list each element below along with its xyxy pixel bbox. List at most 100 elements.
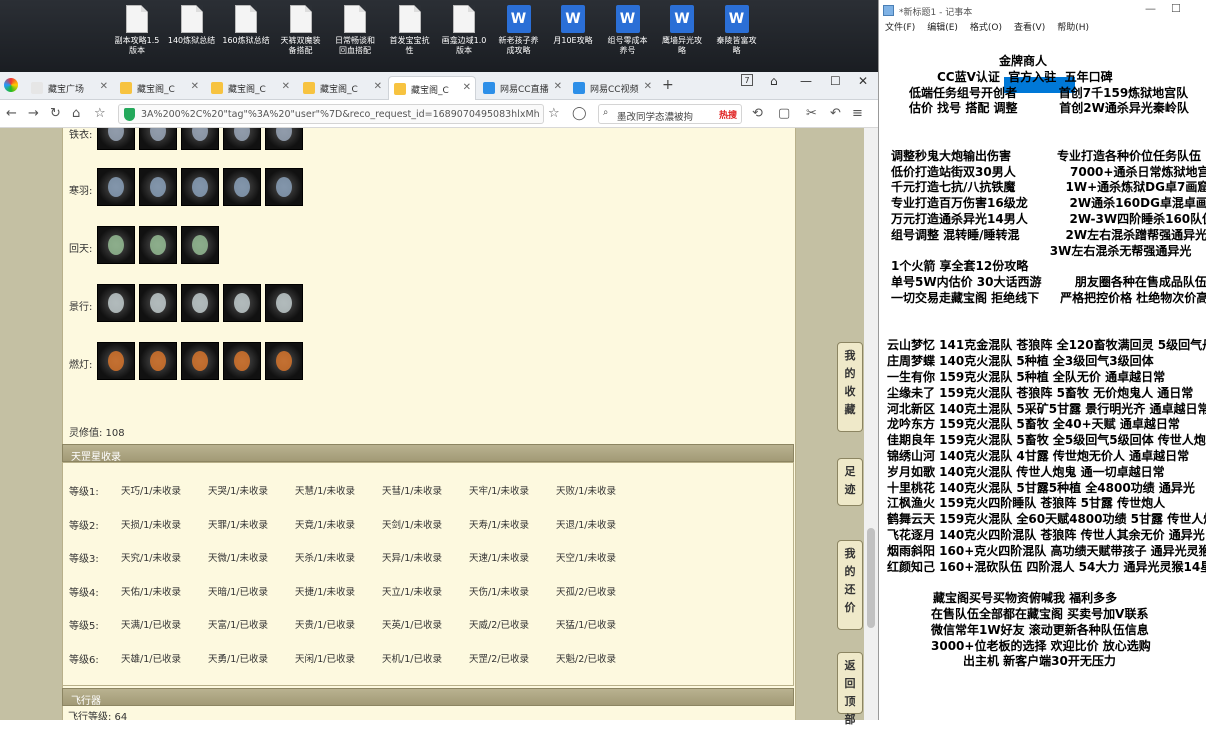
notepad-menu-item[interactable]: 格式(O) bbox=[970, 20, 1002, 36]
favorite-star-icon[interactable]: ☆ bbox=[548, 106, 560, 121]
gem-icon[interactable] bbox=[181, 128, 219, 150]
desktop-icon[interactable]: 天裤双魔装 备搭配 bbox=[276, 5, 326, 56]
star-cell: 天彗/1/未收录 bbox=[382, 486, 442, 497]
page-scrollbar[interactable] bbox=[864, 128, 878, 720]
text-line: 低价打造站街双30男人 7000+通杀日常炼狱地宫 bbox=[891, 164, 1206, 179]
tab-close-icon[interactable]: ✕ bbox=[282, 81, 290, 92]
text-line: 低端任务组号开创者 首创7千159炼狱地宫队 bbox=[909, 85, 1189, 100]
account-icon[interactable]: ◯ bbox=[572, 106, 587, 121]
gem-icon[interactable] bbox=[265, 342, 303, 380]
back-icon[interactable]: ← bbox=[6, 106, 17, 121]
side-button[interactable]: 我的还价 bbox=[837, 540, 863, 630]
gem-icon[interactable] bbox=[97, 168, 135, 206]
notepad-maximize-button[interactable]: ☐ bbox=[1171, 2, 1181, 15]
desktop-icon[interactable]: W 秦陵皆富攻略 bbox=[712, 5, 762, 56]
tab-close-icon[interactable]: ✕ bbox=[463, 82, 471, 93]
side-button[interactable]: 返回顶部 bbox=[837, 652, 863, 726]
new-tab-button[interactable]: + bbox=[662, 77, 674, 93]
pin-icon[interactable]: ⌂ bbox=[770, 74, 778, 88]
text-line: 河北新区 140克土混队 5采矿5甘露 景行明光齐 通卓越日常 bbox=[887, 401, 1206, 416]
home-icon[interactable]: ⌂ bbox=[72, 106, 80, 121]
gem-icon[interactable] bbox=[223, 168, 261, 206]
close-window-button[interactable]: ✕ bbox=[858, 74, 868, 88]
tab[interactable]: 藏宝阁_C ✕ bbox=[206, 76, 294, 100]
undo-icon[interactable]: ↶ bbox=[830, 106, 841, 121]
star-cell: 天损/1/未收录 bbox=[121, 519, 181, 531]
desktop-icon[interactable]: 首发宝宝抗性 bbox=[385, 5, 435, 56]
tab-close-icon[interactable]: ✕ bbox=[554, 81, 562, 92]
gem-icon[interactable] bbox=[97, 226, 135, 264]
tab[interactable]: 网易CC直播 ✕ bbox=[478, 76, 566, 100]
gem-icon[interactable] bbox=[97, 284, 135, 322]
desktop-icon[interactable]: 日常畅谈和 回血搭配 bbox=[330, 5, 380, 56]
forward-icon[interactable]: → bbox=[28, 106, 39, 121]
tab-count-badge[interactable]: 7 bbox=[741, 74, 753, 86]
desktop-icon-label: 天裤双魔装 bbox=[280, 36, 321, 45]
text-line: 专业打造百万伤害16级龙 2W通杀160DG卓混卓画 bbox=[891, 196, 1206, 211]
desktop-icon-label: 成攻略 bbox=[506, 46, 531, 55]
tab-close-icon[interactable]: ✕ bbox=[374, 81, 382, 92]
bookmark-star-icon[interactable]: ☆ bbox=[94, 106, 106, 121]
notepad-menu-item[interactable]: 文件(F) bbox=[885, 20, 915, 36]
extension-icon[interactable]: ⟲ bbox=[752, 106, 763, 121]
tab[interactable]: 藏宝阁_C ✕ bbox=[298, 76, 386, 100]
gem-icon[interactable] bbox=[139, 342, 177, 380]
desktop-icon[interactable]: 画龛边域1.0 版本 bbox=[439, 5, 489, 56]
desktop-icon[interactable]: W 组号零成本 养号 bbox=[603, 5, 653, 56]
tab-close-icon[interactable]: ✕ bbox=[191, 81, 199, 92]
tab[interactable]: 藏宝广场 ✕ bbox=[26, 76, 112, 100]
desktop-icon[interactable]: W 新老孩子养 成攻略 bbox=[494, 5, 544, 56]
search-input[interactable]: ⌕ 墨改同学态濃被拘 热搜 bbox=[598, 104, 742, 124]
gem-row-label: 铁衣: bbox=[69, 130, 93, 141]
desktop-icon[interactable]: 160炼狱总结 bbox=[221, 5, 271, 46]
desktop-icon[interactable]: W 月10E攻略 bbox=[548, 5, 598, 46]
tab-close-icon[interactable]: ✕ bbox=[644, 81, 652, 92]
notepad-menu-item[interactable]: 帮助(H) bbox=[1057, 20, 1089, 36]
feixing-header: 飞行器 bbox=[62, 688, 794, 707]
maximize-button[interactable]: ☐ bbox=[830, 74, 841, 88]
gem-icon[interactable] bbox=[265, 284, 303, 322]
gem-icon[interactable] bbox=[97, 342, 135, 380]
gem-icon[interactable] bbox=[181, 342, 219, 380]
side-button[interactable]: 足迹 bbox=[837, 458, 863, 506]
notepad-minimize-button[interactable]: — bbox=[1145, 2, 1156, 15]
gem-icon[interactable] bbox=[181, 168, 219, 206]
gem-icon[interactable] bbox=[181, 226, 219, 264]
text-line: 鹤舞云天 159克火混队 全60天赋4800功绩 5甘露 传世人炮 bbox=[887, 512, 1206, 527]
gem-icon[interactable] bbox=[139, 226, 177, 264]
level-label: 等级1: bbox=[69, 487, 99, 498]
menu-icon[interactable]: ≡ bbox=[852, 106, 863, 121]
tab[interactable]: 网易CC视频 ✕ bbox=[568, 76, 656, 100]
gem-icon[interactable] bbox=[139, 128, 177, 150]
browser-logo-icon[interactable] bbox=[4, 78, 18, 92]
gem-icon[interactable] bbox=[223, 284, 261, 322]
notepad-menu-item[interactable]: 编辑(E) bbox=[927, 20, 958, 36]
url-input[interactable]: 3A%200%2C%20"tag"%3A%20"user"%7D&reco_re… bbox=[118, 104, 544, 124]
gem-icon[interactable] bbox=[223, 128, 261, 150]
scrollbar-thumb[interactable] bbox=[867, 528, 875, 628]
gem-icon[interactable] bbox=[97, 128, 135, 150]
gem-icon[interactable] bbox=[139, 168, 177, 206]
gem-row-label: 景行: bbox=[69, 302, 93, 313]
scissors-icon[interactable]: ✂ bbox=[806, 106, 817, 121]
gem-icon[interactable] bbox=[223, 342, 261, 380]
tab[interactable]: 藏宝阁_C ✕ bbox=[388, 76, 476, 100]
desktop-icon[interactable]: 副本攻略1.5 版本 bbox=[112, 5, 162, 56]
gem-icon[interactable] bbox=[139, 284, 177, 322]
gem-icon[interactable] bbox=[181, 284, 219, 322]
address-bar: ← → ↻ ⌂ ☆ 3A%200%2C%20"tag"%3A%20"user"%… bbox=[0, 100, 878, 128]
text-line: 江枫渔火 159克火四阶睡队 苍狼阵 5甘露 传世炮人 bbox=[887, 496, 1166, 511]
tab[interactable]: 藏宝阁_C ✕ bbox=[115, 76, 203, 100]
text-line: 组号调整 混转睡/睡转混 2W左右混杀蹭帮强通异光 bbox=[891, 227, 1206, 242]
desktop-icon[interactable]: 140炼狱总结 bbox=[167, 5, 217, 46]
tab-close-icon[interactable]: ✕ bbox=[100, 81, 108, 92]
notepad-menu-item[interactable]: 查看(V) bbox=[1014, 20, 1045, 36]
minimize-button[interactable]: — bbox=[800, 74, 812, 88]
star-cell: 天竟/1/未收录 bbox=[295, 519, 355, 531]
desktop-icon[interactable]: W 鹰墙异光攻略 bbox=[657, 5, 707, 56]
refresh-icon[interactable]: ↻ bbox=[50, 106, 61, 121]
gem-icon[interactable] bbox=[265, 168, 303, 206]
screenshot-icon[interactable]: ▢ bbox=[778, 106, 790, 121]
gem-icon[interactable] bbox=[265, 128, 303, 150]
side-button[interactable]: 我的收藏 bbox=[837, 342, 863, 432]
